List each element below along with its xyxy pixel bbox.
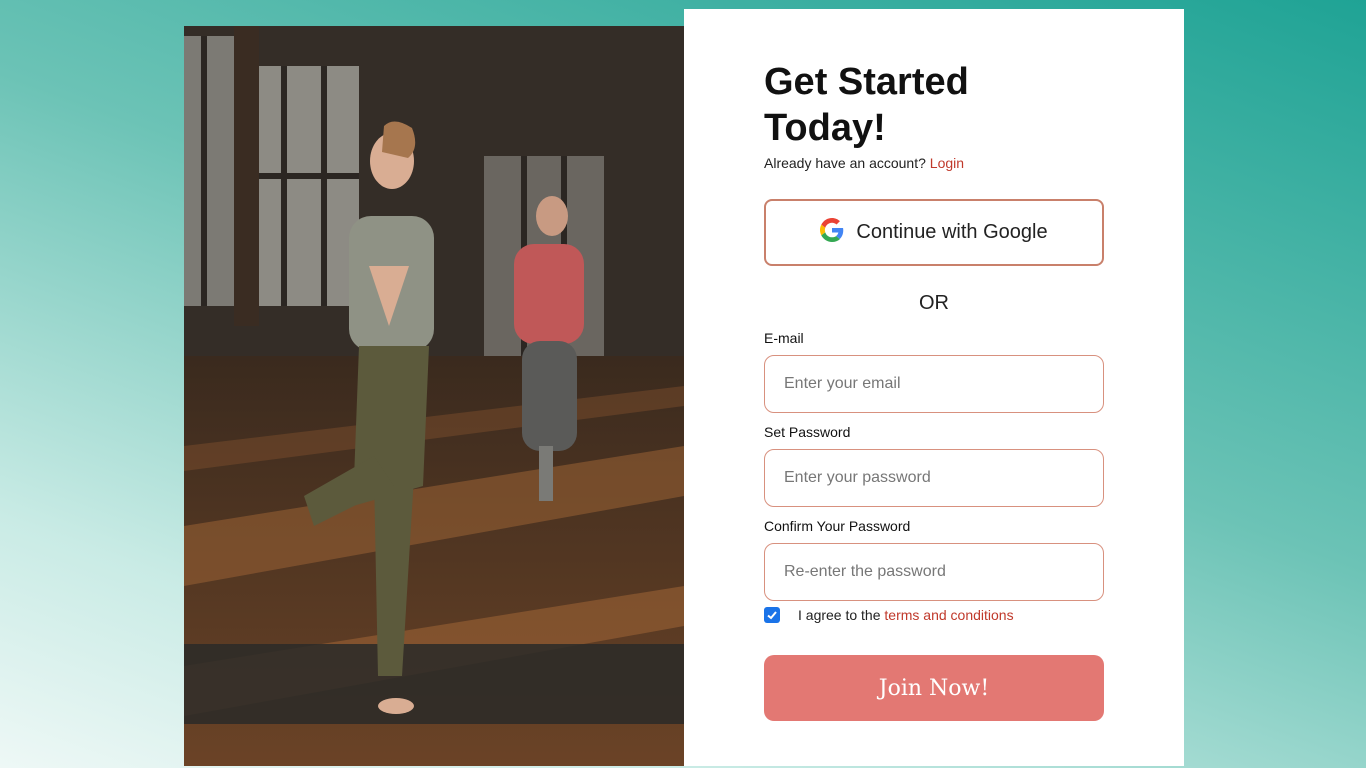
terms-text: I agree to the xyxy=(798,607,881,623)
confirm-password-label: Confirm Your Password xyxy=(764,518,911,534)
password-label: Set Password xyxy=(764,424,851,440)
google-signin-button[interactable]: Continue with Google xyxy=(764,199,1104,266)
email-label: E-mail xyxy=(764,330,804,346)
signup-panel: Get Started Today! Already have an accou… xyxy=(684,9,1184,766)
terms-row: I agree to the terms and conditions xyxy=(764,607,1014,623)
terms-checkbox[interactable] xyxy=(764,607,780,623)
checkmark-icon xyxy=(767,611,777,620)
login-link[interactable]: Login xyxy=(930,155,964,171)
google-icon xyxy=(820,218,844,247)
join-now-button[interactable]: Join Now! xyxy=(764,655,1104,721)
login-prompt: Already have an account? Login xyxy=(764,155,964,171)
password-input[interactable] xyxy=(764,449,1104,507)
email-input[interactable] xyxy=(764,355,1104,413)
page-title: Get Started Today! xyxy=(764,61,969,149)
login-prompt-text: Already have an account? xyxy=(764,155,926,171)
terms-link[interactable]: terms and conditions xyxy=(884,607,1013,623)
or-divider: OR xyxy=(919,292,949,314)
confirm-password-input[interactable] xyxy=(764,543,1104,601)
google-button-label: Continue with Google xyxy=(856,221,1048,243)
yoga-photo-illustration xyxy=(184,26,684,766)
hero-image xyxy=(184,26,684,766)
